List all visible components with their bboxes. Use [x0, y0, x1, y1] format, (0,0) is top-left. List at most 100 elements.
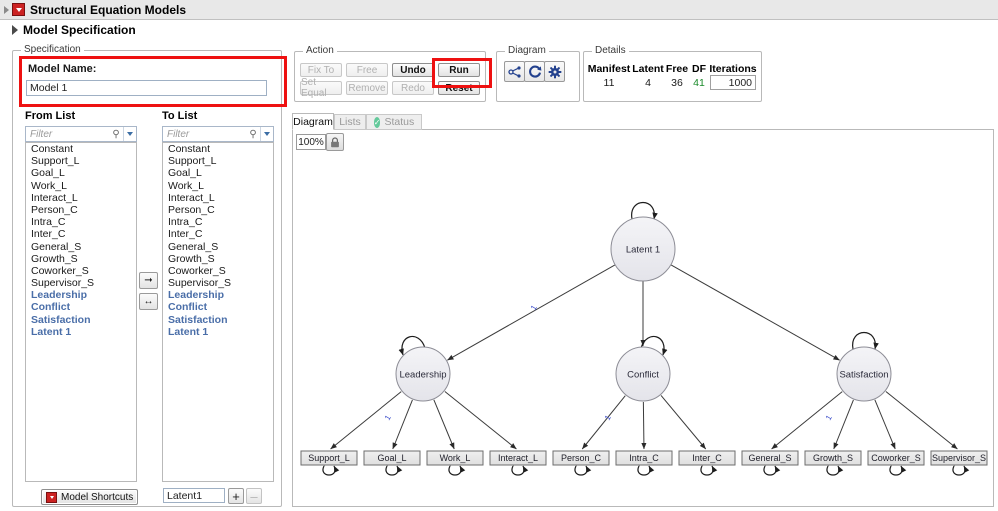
from-list[interactable]: ConstantSupport_LGoal_LWork_LInteract_LP… [25, 142, 137, 482]
to-list-filter[interactable]: Filter ⚲ [162, 126, 274, 142]
from-list-item[interactable]: Interact_L [26, 192, 136, 204]
refresh-icon[interactable] [524, 61, 545, 82]
details-value-latent: 4 [631, 77, 665, 89]
to-list-item[interactable]: Coworker_S [163, 265, 273, 277]
manifest-label: Person_C [561, 453, 602, 463]
add-latent-button[interactable]: + [228, 488, 244, 504]
from-list-item[interactable]: Leadership [26, 289, 136, 301]
residual-loop[interactable] [953, 466, 965, 475]
fixed-path-label: 1 [383, 413, 393, 422]
loading-growth_s[interactable] [834, 400, 854, 449]
from-list-filter[interactable]: Filter ⚲ [25, 126, 137, 142]
to-list-item[interactable]: Work_L [163, 180, 273, 192]
to-list-item[interactable]: Supervisor_S [163, 277, 273, 289]
from-list-item[interactable]: Coworker_S [26, 265, 136, 277]
from-list-item[interactable]: Goal_L [26, 167, 136, 179]
to-list-item[interactable]: Person_C [163, 204, 273, 216]
loading-intra_c[interactable] [643, 402, 644, 449]
to-list-item[interactable]: Interact_L [163, 192, 273, 204]
from-list-item[interactable]: Work_L [26, 180, 136, 192]
residual-loop[interactable] [323, 466, 335, 475]
manifest-label: Support_L [308, 453, 350, 463]
gear-icon[interactable] [544, 61, 565, 82]
details-header-iterations: Iterations [708, 63, 758, 75]
iterations-input[interactable]: 1000 [710, 75, 756, 90]
from-list-item[interactable]: Person_C [26, 204, 136, 216]
set-equal-button[interactable]: Set Equal [300, 81, 342, 95]
redo-button[interactable]: Redo [392, 81, 434, 95]
details-header-free: Free [664, 63, 690, 75]
to-list-item[interactable]: Constant [163, 143, 273, 155]
section-disclosure-icon[interactable] [12, 25, 18, 35]
loading-coworker_s[interactable] [875, 400, 895, 449]
residual-loop[interactable] [638, 466, 650, 475]
loading-interact_l[interactable] [445, 391, 517, 449]
remove-button[interactable]: Remove [346, 81, 388, 95]
residual-loop[interactable] [512, 466, 524, 475]
from-list-item[interactable]: Support_L [26, 155, 136, 167]
residual-loop[interactable] [575, 466, 587, 475]
from-list-item[interactable]: Conflict [26, 301, 136, 313]
reset-button[interactable]: Reset [438, 81, 480, 95]
move-right-button[interactable]: ➞ [139, 272, 158, 289]
disclosure-triangle-icon[interactable] [4, 6, 9, 14]
chevron-down-icon[interactable] [261, 132, 273, 136]
section-header: Model Specification [0, 20, 998, 40]
loading-supervisor_s[interactable] [886, 391, 958, 449]
to-list-item[interactable]: Conflict [163, 301, 273, 313]
to-list[interactable]: ConstantSupport_LGoal_LWork_LInteract_LP… [162, 142, 274, 482]
path-leadership[interactable] [447, 265, 615, 360]
tab-diagram[interactable]: Diagram [292, 113, 334, 130]
specification-legend: Specification [21, 44, 84, 55]
path-diagram[interactable]: Support_LGoal_LWork_LInteract_LPerson_CI… [292, 129, 994, 510]
from-list-item[interactable]: Growth_S [26, 253, 136, 265]
residual-loop[interactable] [449, 466, 461, 475]
residual-loop[interactable] [701, 466, 713, 475]
from-list-item[interactable]: Inter_C [26, 228, 136, 240]
residual-loop[interactable] [827, 466, 839, 475]
tab-lists[interactable]: Lists [334, 114, 366, 130]
path-satisfaction[interactable] [671, 265, 840, 360]
from-list-item[interactable]: Supervisor_S [26, 277, 136, 289]
from-list-item[interactable]: Intra_C [26, 216, 136, 228]
chevron-down-icon[interactable] [124, 132, 136, 136]
run-button[interactable]: Run [438, 63, 480, 77]
to-list-item[interactable]: General_S [163, 241, 273, 253]
latent-name-input[interactable]: Latent1 [163, 488, 225, 503]
fix-to-button[interactable]: Fix To [300, 63, 342, 77]
from-list-item[interactable]: Satisfaction [26, 314, 136, 326]
diagram-flow-icon[interactable] [504, 61, 525, 82]
model-name-input[interactable]: Model 1 [26, 80, 267, 96]
to-list-item[interactable]: Inter_C [163, 228, 273, 240]
loading-work_l[interactable] [434, 400, 454, 449]
to-list-item[interactable]: Growth_S [163, 253, 273, 265]
to-list-item[interactable]: Support_L [163, 155, 273, 167]
tab-status[interactable]: ✓ Status [366, 114, 422, 130]
residual-loop[interactable] [386, 466, 398, 475]
free-button[interactable]: Free [346, 63, 388, 77]
loading-inter_c[interactable] [661, 395, 706, 449]
remove-latent-button: – [246, 488, 262, 504]
red-triangle-icon [46, 492, 57, 503]
loading-goal_l[interactable] [393, 400, 413, 449]
details-header-latent: Latent [631, 63, 665, 75]
window-titlebar: Structural Equation Models [0, 0, 998, 20]
to-list-item[interactable]: Latent 1 [163, 326, 273, 338]
model-shortcuts-button[interactable]: Model Shortcuts [41, 489, 138, 505]
move-both-button[interactable]: ↔ [139, 293, 158, 310]
to-list-item[interactable]: Goal_L [163, 167, 273, 179]
to-list-item[interactable]: Leadership [163, 289, 273, 301]
loading-person_c[interactable] [582, 396, 625, 449]
to-list-item[interactable]: Intra_C [163, 216, 273, 228]
from-list-item[interactable]: Latent 1 [26, 326, 136, 338]
red-triangle-menu-icon[interactable] [12, 3, 25, 16]
residual-loop[interactable] [764, 466, 776, 475]
to-list-item[interactable]: Satisfaction [163, 314, 273, 326]
action-legend: Action [303, 45, 337, 56]
undo-button[interactable]: Undo [392, 63, 434, 77]
from-list-item[interactable]: General_S [26, 241, 136, 253]
status-check-icon: ✓ [374, 117, 381, 128]
manifest-label: Goal_L [377, 453, 406, 463]
residual-loop[interactable] [890, 466, 902, 475]
from-list-item[interactable]: Constant [26, 143, 136, 155]
